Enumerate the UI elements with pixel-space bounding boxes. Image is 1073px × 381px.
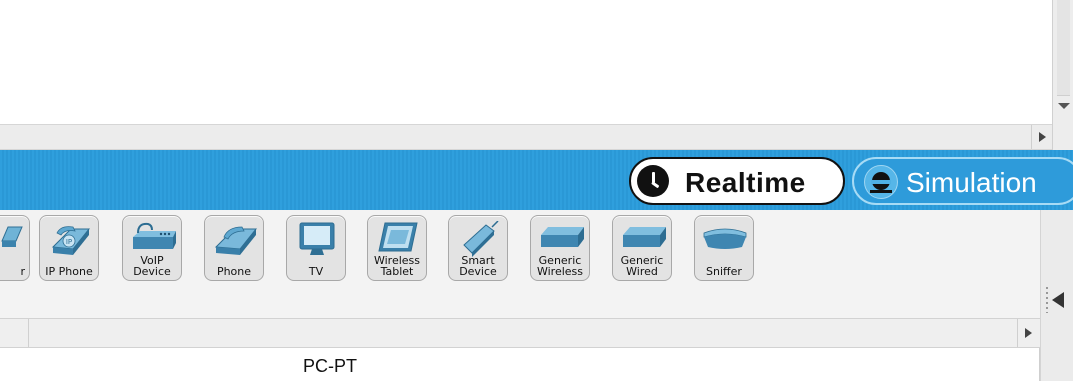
device-panel-scrollbar[interactable] (0, 318, 1040, 348)
device-label: Wireless Tablet (373, 254, 421, 278)
workspace-vertical-scrollbar[interactable] (1052, 0, 1073, 150)
device-tv[interactable]: TV (286, 215, 346, 281)
realtime-mode-button[interactable]: Realtime (629, 157, 845, 205)
workspace-horizontal-scrollbar[interactable] (0, 124, 1052, 150)
device-wireless-tablet[interactable]: Wireless Tablet (367, 215, 427, 281)
tv-icon (299, 222, 335, 255)
scrollbar-divider (28, 319, 29, 347)
svg-text:IP: IP (66, 238, 72, 246)
simulation-mode-button[interactable]: Simulation (852, 157, 1073, 205)
sniffer-icon (703, 228, 747, 249)
device-smart[interactable]: Smart Device (448, 215, 508, 281)
device-partial[interactable]: r (0, 215, 30, 281)
selected-device-name: PC-PT (303, 356, 357, 376)
scroll-right-arrow-icon (1025, 328, 1032, 338)
device-label: VoIP Device (133, 254, 171, 278)
device-scroll-right-button[interactable] (1017, 319, 1040, 347)
device-generic-wired[interactable]: Generic Wired (612, 215, 672, 281)
device-label: Sniffer (706, 265, 742, 278)
scroll-right-button[interactable] (1031, 125, 1052, 149)
grip-icon (1046, 287, 1048, 313)
selected-device-bar: PC-PT (0, 348, 1040, 381)
scroll-down-arrow-icon[interactable] (1058, 103, 1070, 109)
device-phone[interactable]: Phone (204, 215, 264, 281)
panel-collapse-handle[interactable] (1040, 210, 1073, 381)
phone-icon (214, 226, 258, 255)
scroll-right-arrow-icon (1039, 132, 1046, 142)
device-label: TV (308, 265, 324, 278)
device-label: Generic Wireless (536, 254, 584, 278)
device-voip[interactable]: VoIP Device (122, 215, 182, 281)
stopwatch-icon (864, 165, 898, 199)
device-ip-phone[interactable]: IP IP Phone (39, 215, 99, 281)
device-sniffer[interactable]: Sniffer (694, 215, 754, 281)
collapse-left-arrow-icon[interactable] (1052, 292, 1064, 308)
device-label: Generic Wired (620, 254, 664, 278)
vertical-scroll-thumb[interactable] (1057, 0, 1070, 96)
device-label: IP Phone (45, 265, 93, 278)
phone-partial-icon (1, 226, 23, 247)
realtime-label: Realtime (685, 167, 806, 198)
simulation-label: Simulation (906, 167, 1037, 198)
device-label: r (20, 265, 25, 278)
device-label: Smart Device (459, 254, 497, 278)
workspace-canvas[interactable] (0, 0, 1052, 124)
ip-phone-icon: IP (51, 226, 91, 255)
device-label: Phone (216, 265, 252, 278)
device-generic-wireless[interactable]: Generic Wireless (530, 215, 590, 281)
clock-icon (637, 165, 669, 197)
